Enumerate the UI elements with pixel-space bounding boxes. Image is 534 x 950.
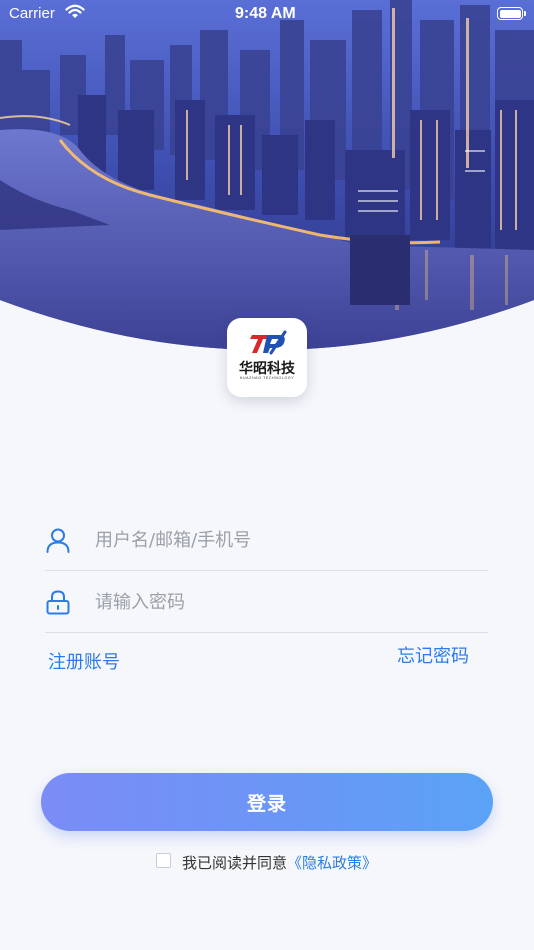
carrier-label: Carrier xyxy=(9,5,55,22)
agreement-checkbox[interactable] xyxy=(156,853,171,868)
wifi-icon xyxy=(65,4,85,24)
password-field xyxy=(45,571,488,633)
password-input[interactable] xyxy=(95,583,475,621)
status-bar: Carrier 9:48 AM xyxy=(0,0,534,30)
forgot-password-link[interactable]: 忘记密码 xyxy=(397,642,469,668)
hero-city-image xyxy=(0,0,534,360)
username-field xyxy=(45,509,488,571)
agreement-label: 我已阅读并同意 xyxy=(182,854,288,872)
privacy-policy-link[interactable]: 《隐私政策》 xyxy=(287,854,377,872)
logo-subtitle: HUAZHAO TECHNOLOGY xyxy=(239,376,295,380)
lock-icon xyxy=(45,589,71,615)
clock-time: 9:48 AM xyxy=(235,5,296,22)
agreement-text: 我已阅读并同意《隐私政策》 xyxy=(182,852,377,873)
logo-name: 华昭科技 xyxy=(239,361,295,377)
login-form xyxy=(45,509,488,633)
app-logo: 华昭科技 HUAZHAO TECHNOLOGY xyxy=(227,318,307,397)
tp-logo-mark-icon xyxy=(250,330,287,355)
user-icon xyxy=(45,527,71,553)
login-button[interactable]: 登录 xyxy=(41,773,493,831)
register-link[interactable]: 注册账号 xyxy=(48,648,120,674)
battery-icon xyxy=(497,7,526,20)
username-input[interactable] xyxy=(95,521,475,559)
